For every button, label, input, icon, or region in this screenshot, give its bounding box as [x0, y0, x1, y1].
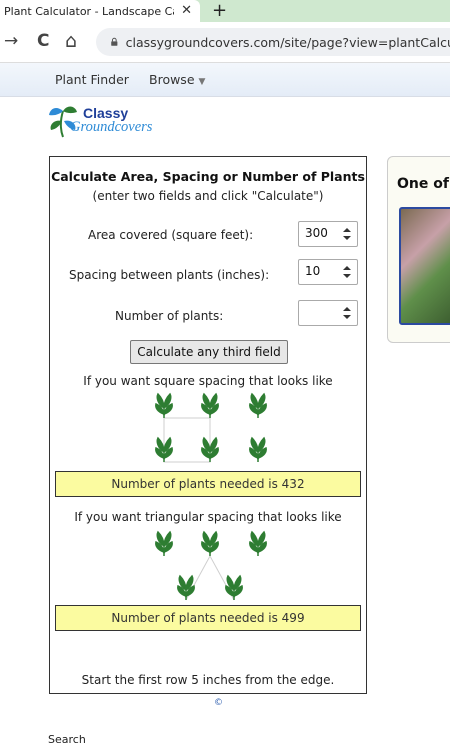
spacing-label: Spacing between plants (inches): — [69, 268, 270, 282]
spacing-input[interactable]: 10 — [298, 259, 358, 285]
tab-title: Plant Calculator - Landscape Calc — [4, 4, 174, 18]
featured-panel: One of — [387, 156, 450, 343]
triangular-spacing-hint: If you want triangular spacing that look… — [74, 510, 342, 524]
chevron-down-icon: ▼ — [198, 77, 206, 87]
lock-icon — [111, 37, 118, 46]
nav-plant-finder[interactable]: Plant Finder — [55, 72, 129, 87]
calculator-title: Calculate Area, Spacing or Number of Pla… — [51, 169, 365, 184]
logo-text-groundcovers: Groundcovers — [70, 119, 153, 135]
address-bar[interactable]: classygroundcovers.com/site/page?view=pl… — [96, 28, 450, 56]
spacing-value: 10 — [305, 264, 321, 278]
square-result: Number of plants needed is 432 — [55, 471, 361, 497]
new-tab-button[interactable]: + — [212, 0, 227, 22]
area-label: Area covered (square feet): — [88, 228, 254, 242]
tab-bar: Plant Calculator - Landscape Calc ✕ + — [0, 0, 450, 22]
first-row-note: Start the first row 5 inches from the ed… — [81, 673, 335, 687]
area-value: 300 — [305, 226, 328, 240]
site-nav: Plant Finder Browse ▼ — [0, 63, 450, 97]
home-icon[interactable]: ⌂ — [65, 32, 77, 51]
spinner-icon[interactable] — [342, 306, 352, 320]
spinner-icon[interactable] — [342, 265, 352, 279]
browser-toolbar: → C ⌂ classygroundcovers.com/site/page?v… — [0, 22, 450, 63]
nav-browse[interactable]: Browse ▼ — [149, 72, 205, 87]
calculator-subtitle: (enter two fields and click "Calculate") — [92, 189, 324, 203]
calculate-button[interactable]: Calculate any third field — [130, 340, 288, 364]
copyright-mark: © — [214, 698, 223, 708]
reload-icon[interactable]: C — [37, 32, 49, 50]
search-text: Search — [48, 733, 86, 746]
plants-label: Number of plants: — [115, 309, 224, 323]
featured-title: One of — [397, 176, 449, 192]
back-icon[interactable]: → — [4, 32, 18, 50]
spinner-icon[interactable] — [342, 227, 352, 241]
area-input[interactable]: 300 — [298, 221, 358, 247]
featured-plant-image[interactable] — [399, 207, 450, 325]
url-text: classygroundcovers.com/site/page?view=pl… — [125, 34, 450, 50]
square-spacing-illustration — [155, 392, 267, 463]
nav-browse-label: Browse — [149, 72, 195, 87]
browser-tab[interactable]: Plant Calculator - Landscape Calc ✕ — [0, 0, 200, 22]
square-spacing-hint: If you want square spacing that looks li… — [83, 374, 333, 388]
triangular-result: Number of plants needed is 499 — [55, 605, 361, 631]
site-logo[interactable]: Classy Groundcovers — [46, 103, 181, 139]
plants-input[interactable] — [298, 300, 358, 326]
calculator-panel: Calculate Area, Spacing or Number of Pla… — [49, 156, 367, 694]
close-icon[interactable]: ✕ — [181, 3, 192, 19]
triangular-spacing-illustration — [155, 530, 267, 601]
